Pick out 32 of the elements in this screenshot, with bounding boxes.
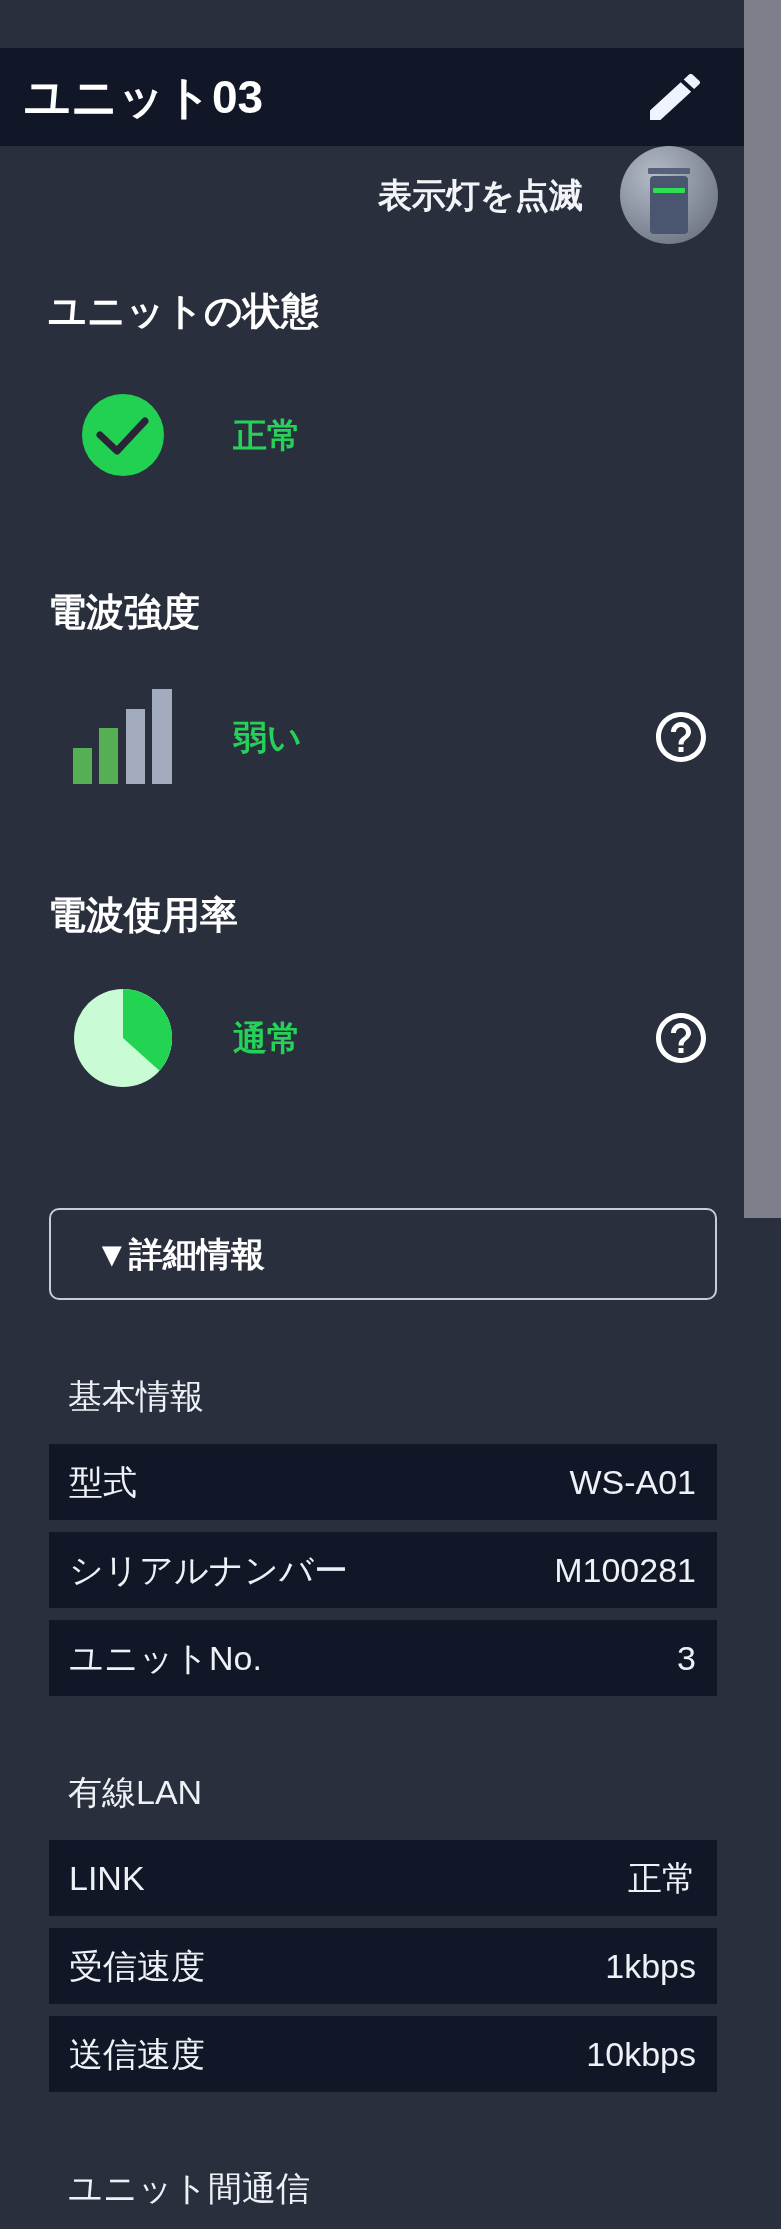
row-label: 型式 [69, 1462, 137, 1502]
row-label: ユニットNo. [69, 1638, 262, 1678]
section-title: ユニット間通信 [68, 2168, 310, 2208]
section-heading: 電波使用率 [48, 894, 238, 936]
section-title: 有線LAN [68, 1772, 203, 1812]
help-icon[interactable] [656, 1013, 706, 1063]
row-label: 送信速度 [69, 2034, 205, 2074]
row-label: LINK [69, 1858, 145, 1898]
row-value: M100281 [554, 1550, 696, 1590]
section-heading: ユニットの状態 [48, 290, 319, 332]
status-text: 正常 [233, 415, 301, 455]
blink-lamp-label: 表示灯を点滅 [378, 175, 583, 215]
section-title: 基本情報 [68, 1376, 204, 1416]
row-label: シリアルナンバー [69, 1550, 348, 1590]
row-label: 受信速度 [69, 1946, 205, 1986]
status-text: 弱い [233, 716, 302, 757]
row-value: WS-A01 [569, 1462, 696, 1502]
row-value: 3 [677, 1638, 696, 1678]
row-value: 1kbps [605, 1946, 696, 1986]
lamp-icon [648, 168, 690, 234]
help-icon[interactable] [656, 711, 706, 762]
row-value: 正常 [628, 1858, 696, 1898]
signal-bars-icon [73, 689, 172, 784]
check-circle-icon [81, 394, 164, 476]
pie-chart-icon [73, 989, 172, 1087]
row-value: 10kbps [586, 2034, 696, 2074]
status-text: 通常 [233, 1018, 301, 1058]
unit-title: ユニット03 [24, 71, 264, 123]
scrollbar-thumb[interactable] [744, 0, 781, 1218]
details-toggle-button[interactable]: ▼詳細情報 [49, 1208, 717, 1300]
pencil-icon[interactable] [650, 74, 700, 120]
section-heading: 電波強度 [48, 591, 200, 633]
